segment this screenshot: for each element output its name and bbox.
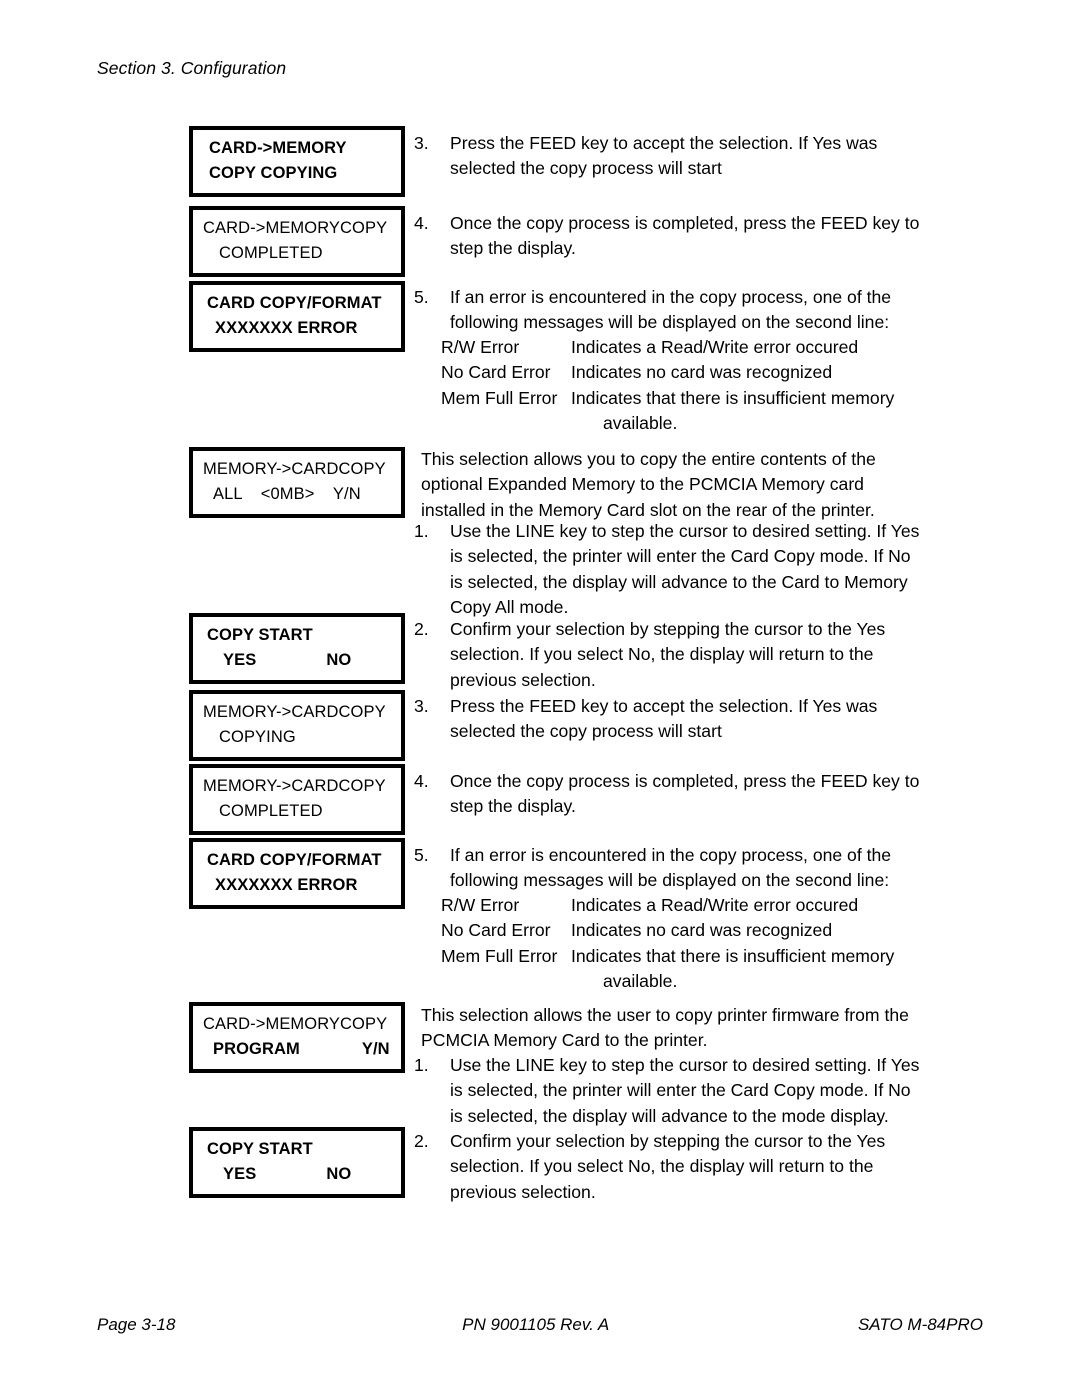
lcd-no-label: NO — [326, 651, 352, 669]
step-text: Confirm your selection by stepping the c… — [450, 619, 886, 690]
footer-part-number: PN 9001105 Rev. A — [462, 1315, 610, 1334]
error-row: Mem Full Error Indicates that there is i… — [441, 944, 941, 995]
lcd-memory-to-card-copy-all: MEMORY->CARDCOPY ALL <0MB> Y/N — [189, 447, 405, 518]
lcd-card-to-memory-copy-copying: CARD->MEMORY COPY COPYING — [189, 126, 405, 197]
lcd-line-1: CARD->MEMORY — [209, 139, 347, 157]
lcd-line-2: COMPLETED — [219, 802, 323, 820]
step-number: 5. — [414, 845, 429, 865]
error-message-list-2: R/W Error Indicates a Read/Write error o… — [441, 893, 941, 995]
step-text: Once the copy process is completed, pres… — [450, 771, 920, 817]
step-number: 2. — [414, 619, 429, 639]
error-message-list-1: R/W Error Indicates a Read/Write error o… — [441, 335, 941, 437]
step-number: 4. — [414, 771, 429, 791]
step-number: 3. — [414, 696, 429, 716]
error-term: R/W Error — [441, 895, 520, 915]
error-term: R/W Error — [441, 337, 520, 357]
step-number: 3. — [414, 133, 429, 153]
lcd-line-1: COPY START — [207, 626, 313, 644]
lcd-line-1: COPY START — [207, 1140, 313, 1158]
step-item-2b: 2. Confirm your selection by stepping th… — [414, 617, 926, 693]
error-description-line1: Indicates that there is insufficient mem… — [571, 387, 895, 408]
step-item-4a: 4. Once the copy process is completed, p… — [414, 211, 926, 262]
lcd-line-1: MEMORY->CARDCOPY — [203, 777, 386, 795]
error-term: Mem Full Error — [441, 945, 558, 966]
step-item-1b: 1. Use the LINE key to step the cursor t… — [414, 519, 926, 621]
lcd-copy-start-yes-no-2: COPY START YES NO — [189, 1127, 405, 1198]
error-description-line1: Indicates that there is insufficient mem… — [571, 945, 895, 966]
step-text: Press the FEED key to accept the selecti… — [450, 696, 878, 742]
lcd-line-2: YES NO — [193, 1162, 401, 1187]
step-item-1c: 1. Use the LINE key to step the cursor t… — [414, 1053, 926, 1129]
step-text: Press the FEED key to accept the selecti… — [450, 133, 878, 179]
step-item-5b: 5. If an error is encountered in the cop… — [414, 843, 926, 894]
lcd-line-2: ALL <0MB> Y/N — [213, 485, 361, 503]
lcd-line-2: COMPLETED — [219, 244, 323, 262]
step-text: If an error is encountered in the copy p… — [450, 287, 892, 333]
step-number: 1. — [414, 521, 429, 541]
lcd-program-label: PROGRAM — [213, 1040, 300, 1058]
error-description: Indicates no card was recognized — [571, 362, 833, 383]
footer-model: SATO M-84PRO — [857, 1315, 983, 1334]
lcd-line-2: XXXXXXX ERROR — [215, 319, 358, 337]
lcd-line-2: XXXXXXX ERROR — [215, 876, 358, 894]
lcd-line-2: PROGRAM Y/N — [193, 1037, 401, 1062]
error-row: No Card Error Indicates no card was reco… — [441, 360, 941, 385]
step-text: Confirm your selection by stepping the c… — [450, 1131, 886, 1202]
lcd-line-2: COPY COPYING — [209, 164, 338, 182]
error-description-line2: available. — [603, 413, 678, 434]
error-description: Indicates a Read/Write error occured — [571, 895, 859, 915]
error-term: Mem Full Error — [441, 387, 558, 408]
page-footer: Page 3-18 PN 9001105 Rev. A SATO M-84PRO — [97, 1315, 983, 1335]
step-item-2c: 2. Confirm your selection by stepping th… — [414, 1129, 926, 1205]
lcd-memory-to-card-copy-copying: MEMORY->CARDCOPY COPYING — [189, 690, 405, 761]
error-row: R/W Error Indicates a Read/Write error o… — [441, 893, 941, 918]
lcd-card-to-memory-copy-program: CARD->MEMORYCOPY PROGRAM Y/N — [189, 1002, 405, 1073]
step-text: Use the LINE key to step the cursor to d… — [450, 521, 920, 618]
error-term: No Card Error — [441, 362, 551, 383]
lcd-yes-label: YES — [223, 651, 257, 669]
lcd-line-2: YES NO — [193, 648, 401, 673]
error-description: Indicates that there is insufficient mem… — [571, 944, 941, 995]
lcd-copy-start-yes-no-1: COPY START YES NO — [189, 613, 405, 684]
error-description: Indicates that there is insufficient mem… — [571, 386, 941, 437]
step-text: If an error is encountered in the copy p… — [450, 845, 892, 891]
lcd-line-1: CARD->MEMORYCOPY — [203, 219, 388, 237]
lcd-yes-label: YES — [223, 1165, 257, 1183]
error-description: Indicates no card was recognized — [571, 920, 833, 941]
lcd-line-1: MEMORY->CARDCOPY — [203, 703, 386, 721]
error-row: Mem Full Error Indicates that there is i… — [441, 386, 941, 437]
step-number: 2. — [414, 1131, 429, 1151]
error-term: No Card Error — [441, 920, 551, 941]
page-header-section: Section 3. Configuration — [97, 58, 287, 78]
error-description: Indicates a Read/Write error occured — [571, 337, 859, 357]
lcd-card-copy-format-error-1: CARD COPY/FORMAT XXXXXXX ERROR — [189, 281, 405, 352]
lcd-line-1: MEMORY->CARDCOPY — [203, 460, 386, 478]
lcd-line-1: CARD COPY/FORMAT — [207, 851, 382, 869]
step-text: Once the copy process is completed, pres… — [450, 213, 920, 259]
step-item-5a: 5. If an error is encountered in the cop… — [414, 285, 926, 336]
lcd-no-label: NO — [326, 1165, 352, 1183]
step-number: 1. — [414, 1055, 429, 1075]
footer-page-number: Page 3-18 — [97, 1315, 176, 1334]
step-item-4b: 4. Once the copy process is completed, p… — [414, 769, 926, 820]
step-item-3b: 3. Press the FEED key to accept the sele… — [414, 694, 926, 745]
lcd-line-2: COPYING — [219, 728, 296, 746]
lcd-line-1: CARD COPY/FORMAT — [207, 294, 382, 312]
error-row: No Card Error Indicates no card was reco… — [441, 918, 941, 943]
description-card-to-memory-program: This selection allows the user to copy p… — [421, 1005, 909, 1051]
lcd-line-1: CARD->MEMORYCOPY — [203, 1015, 388, 1033]
lcd-card-copy-format-error-2: CARD COPY/FORMAT XXXXXXX ERROR — [189, 838, 405, 909]
step-item-3a: 3. Press the FEED key to accept the sele… — [414, 131, 926, 182]
lcd-yn-label: Y/N — [361, 1040, 390, 1058]
error-description-line2: available. — [603, 971, 678, 992]
step-text: Use the LINE key to step the cursor to d… — [450, 1055, 920, 1126]
lcd-card-to-memory-copy-completed: CARD->MEMORYCOPY COMPLETED — [189, 206, 405, 277]
description-memory-to-card-all: This selection allows you to copy the en… — [421, 449, 876, 520]
step-number: 5. — [414, 287, 429, 307]
lcd-memory-to-card-copy-completed: MEMORY->CARDCOPY COMPLETED — [189, 764, 405, 835]
error-row: R/W Error Indicates a Read/Write error o… — [441, 335, 941, 360]
step-number: 4. — [414, 213, 429, 233]
